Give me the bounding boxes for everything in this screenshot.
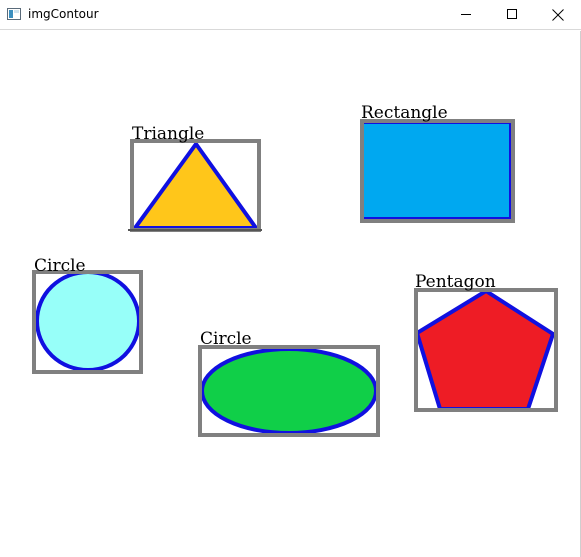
maximize-button[interactable] xyxy=(489,0,535,29)
minimize-button[interactable] xyxy=(443,0,489,29)
rectangle-shape xyxy=(360,119,515,223)
ellipse-shape xyxy=(198,345,380,437)
shape-label-pentagon: Pentagon xyxy=(415,272,496,292)
pentagon-shape xyxy=(414,288,558,412)
circle-shape xyxy=(32,270,143,374)
minimize-icon xyxy=(460,14,471,15)
app-window: imgContour Triangle Rectangle Circle Cir… xyxy=(0,0,581,557)
close-button[interactable] xyxy=(535,0,581,29)
shape-label-triangle: Triangle xyxy=(132,124,205,144)
window-title: imgContour xyxy=(28,7,99,21)
shape-label-ellipse: Circle xyxy=(200,329,252,349)
close-icon xyxy=(552,8,564,21)
shape-label-rectangle: Rectangle xyxy=(361,103,448,123)
triangle-shape xyxy=(128,139,262,232)
contour-drawing xyxy=(32,119,558,437)
title-bar[interactable]: imgContour xyxy=(0,0,581,30)
app-window-icon xyxy=(7,8,21,20)
image-canvas: Triangle Rectangle Circle Circle Pentago… xyxy=(0,31,581,557)
shape-label-circle: Circle xyxy=(34,256,86,276)
maximize-icon xyxy=(506,9,517,19)
